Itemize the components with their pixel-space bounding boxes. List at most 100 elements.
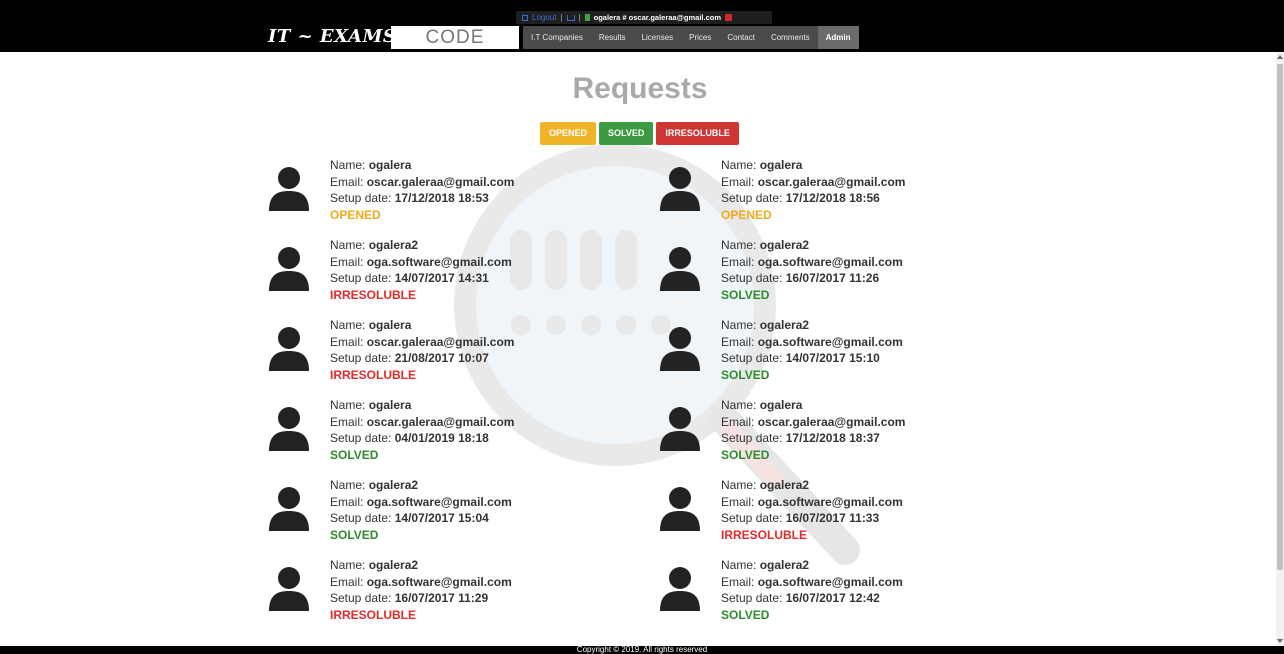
request-email: oscar.galeraa@gmail.com — [757, 174, 906, 189]
nav-contact[interactable]: Contact — [719, 26, 763, 49]
name-label: Name: — [330, 318, 366, 332]
cart-icon[interactable] — [566, 14, 575, 21]
request-date: 17/12/2018 18:56 — [785, 191, 880, 205]
separator: | — [578, 13, 581, 22]
request-info: Name: ogalera2 Email: oga.software@gmail… — [330, 557, 512, 623]
name-label: Name: — [721, 318, 757, 332]
user-avatar-icon — [660, 327, 700, 371]
filter-irresoluble-button[interactable]: IRRESOLUBLE — [656, 122, 739, 145]
request-date: 14/07/2017 15:04 — [394, 511, 489, 525]
logout-icon[interactable] — [522, 14, 528, 21]
request-info: Name: ogalera2 Email: oga.software@gmail… — [721, 317, 903, 383]
request-name: ogalera2 — [368, 238, 419, 252]
setup-date-label: Setup date: — [721, 271, 783, 285]
name-label: Name: — [330, 478, 366, 492]
name-label: Name: — [721, 398, 757, 412]
request-name: ogalera — [759, 158, 803, 172]
code-field[interactable]: CODE — [391, 26, 519, 49]
scrollbar-thumb[interactable] — [1277, 64, 1283, 570]
request-info: Name: ogalera Email: oscar.galeraa@gmail… — [330, 157, 514, 223]
name-label: Name: — [330, 558, 366, 572]
request-date: 04/01/2019 18:18 — [394, 431, 489, 445]
user-avatar-icon — [269, 167, 309, 211]
name-label: Name: — [721, 238, 757, 252]
request-email: oscar.galeraa@gmail.com — [366, 334, 515, 349]
user-avatar-icon — [660, 407, 700, 451]
nav-it-companies[interactable]: I.T Companies — [523, 26, 591, 49]
user-avatar-icon — [660, 487, 700, 531]
page-title: Requests — [572, 72, 708, 105]
filter-solved-button[interactable]: SOLVED — [599, 122, 654, 145]
request-info: Name: ogalera2 Email: oga.software@gmail… — [721, 477, 903, 543]
request-name: ogalera — [368, 318, 412, 332]
request-status: SOLVED — [721, 287, 770, 302]
request-email: oga.software@gmail.com — [757, 574, 903, 589]
request-status: IRRESOLUBLE — [330, 287, 417, 302]
request-card[interactable]: Name: ogalera2 Email: oga.software@gmail… — [659, 237, 959, 317]
request-email: oscar.galeraa@gmail.com — [366, 174, 515, 189]
user-avatar-icon — [269, 567, 309, 611]
request-status: SOLVED — [721, 607, 770, 622]
request-name: ogalera2 — [759, 478, 810, 492]
request-email: oscar.galeraa@gmail.com — [366, 414, 515, 429]
request-email: oga.software@gmail.com — [757, 334, 903, 349]
email-label: Email: — [721, 174, 755, 189]
request-card[interactable]: Name: ogalera2 Email: oga.software@gmail… — [268, 237, 568, 317]
email-label: Email: — [721, 334, 755, 349]
email-label: Email: — [330, 574, 364, 589]
flag-icon[interactable] — [725, 14, 733, 21]
user-avatar-icon — [660, 247, 700, 291]
request-date: 16/07/2017 12:42 — [785, 591, 880, 605]
request-name: ogalera — [368, 398, 412, 412]
nav-results[interactable]: Results — [591, 26, 634, 49]
status-filters: OPENED SOLVED IRRESOLUBLE — [540, 122, 739, 145]
setup-date-label: Setup date: — [721, 351, 783, 365]
scroll-up-arrow-icon[interactable] — [1277, 55, 1283, 59]
email-label: Email: — [330, 334, 364, 349]
name-label: Name: — [721, 558, 757, 572]
request-date: 16/07/2017 11:33 — [785, 511, 880, 525]
separator: | — [560, 13, 563, 22]
request-name: ogalera — [759, 398, 803, 412]
scroll-down-arrow-icon[interactable] — [1277, 639, 1283, 643]
request-name: ogalera2 — [759, 238, 810, 252]
request-card[interactable]: Name: ogalera2 Email: oga.software@gmail… — [659, 557, 959, 637]
page-scrollbar[interactable] — [1276, 52, 1284, 646]
site-logo[interactable]: IT ~ EXAMS — [268, 25, 396, 49]
user-avatar-icon — [269, 487, 309, 531]
request-status: SOLVED — [721, 447, 770, 462]
request-date: 17/12/2018 18:37 — [785, 431, 880, 445]
request-status: OPENED — [330, 207, 381, 222]
request-info: Name: ogalera2 Email: oga.software@gmail… — [721, 237, 903, 303]
request-info: Name: ogalera Email: oscar.galeraa@gmail… — [330, 397, 514, 463]
request-card[interactable]: Name: ogalera Email: oscar.galeraa@gmail… — [659, 157, 959, 237]
logout-link[interactable]: Logout — [532, 11, 556, 24]
request-name: ogalera2 — [368, 478, 419, 492]
setup-date-label: Setup date: — [330, 431, 392, 445]
request-date: 17/12/2018 18:53 — [394, 191, 489, 205]
request-date: 21/08/2017 10:07 — [394, 351, 489, 365]
request-card[interactable]: Name: ogalera2 Email: oga.software@gmail… — [268, 477, 568, 557]
setup-date-label: Setup date: — [721, 591, 783, 605]
email-label: Email: — [721, 414, 755, 429]
setup-date-label: Setup date: — [721, 431, 783, 445]
request-card[interactable]: Name: ogalera2 Email: oga.software@gmail… — [659, 477, 959, 557]
nav-prices[interactable]: Prices — [681, 26, 719, 49]
request-card[interactable]: Name: ogalera2 Email: oga.software@gmail… — [659, 317, 959, 397]
request-card[interactable]: Name: ogalera2 Email: oga.software@gmail… — [268, 557, 568, 637]
request-card[interactable]: Name: ogalera Email: oscar.galeraa@gmail… — [268, 317, 568, 397]
request-date: 14/07/2017 15:10 — [785, 351, 880, 365]
user-avatar-icon — [269, 247, 309, 291]
filter-opened-button[interactable]: OPENED — [540, 122, 597, 145]
nav-admin[interactable]: Admin — [817, 26, 859, 49]
request-card[interactable]: Name: ogalera Email: oscar.galeraa@gmail… — [659, 397, 959, 477]
request-email: oga.software@gmail.com — [757, 254, 903, 269]
request-card[interactable]: Name: ogalera Email: oscar.galeraa@gmail… — [268, 397, 568, 477]
nav-licenses[interactable]: Licenses — [634, 26, 682, 49]
nav-comments[interactable]: Comments — [763, 26, 818, 49]
setup-date-label: Setup date: — [330, 351, 392, 365]
request-status: IRRESOLUBLE — [721, 527, 808, 542]
request-info: Name: ogalera2 Email: oga.software@gmail… — [330, 477, 512, 543]
request-card[interactable]: Name: ogalera Email: oscar.galeraa@gmail… — [268, 157, 568, 237]
header: Logout | | ogalera # oscar.galeraa@gmail… — [0, 0, 1284, 52]
